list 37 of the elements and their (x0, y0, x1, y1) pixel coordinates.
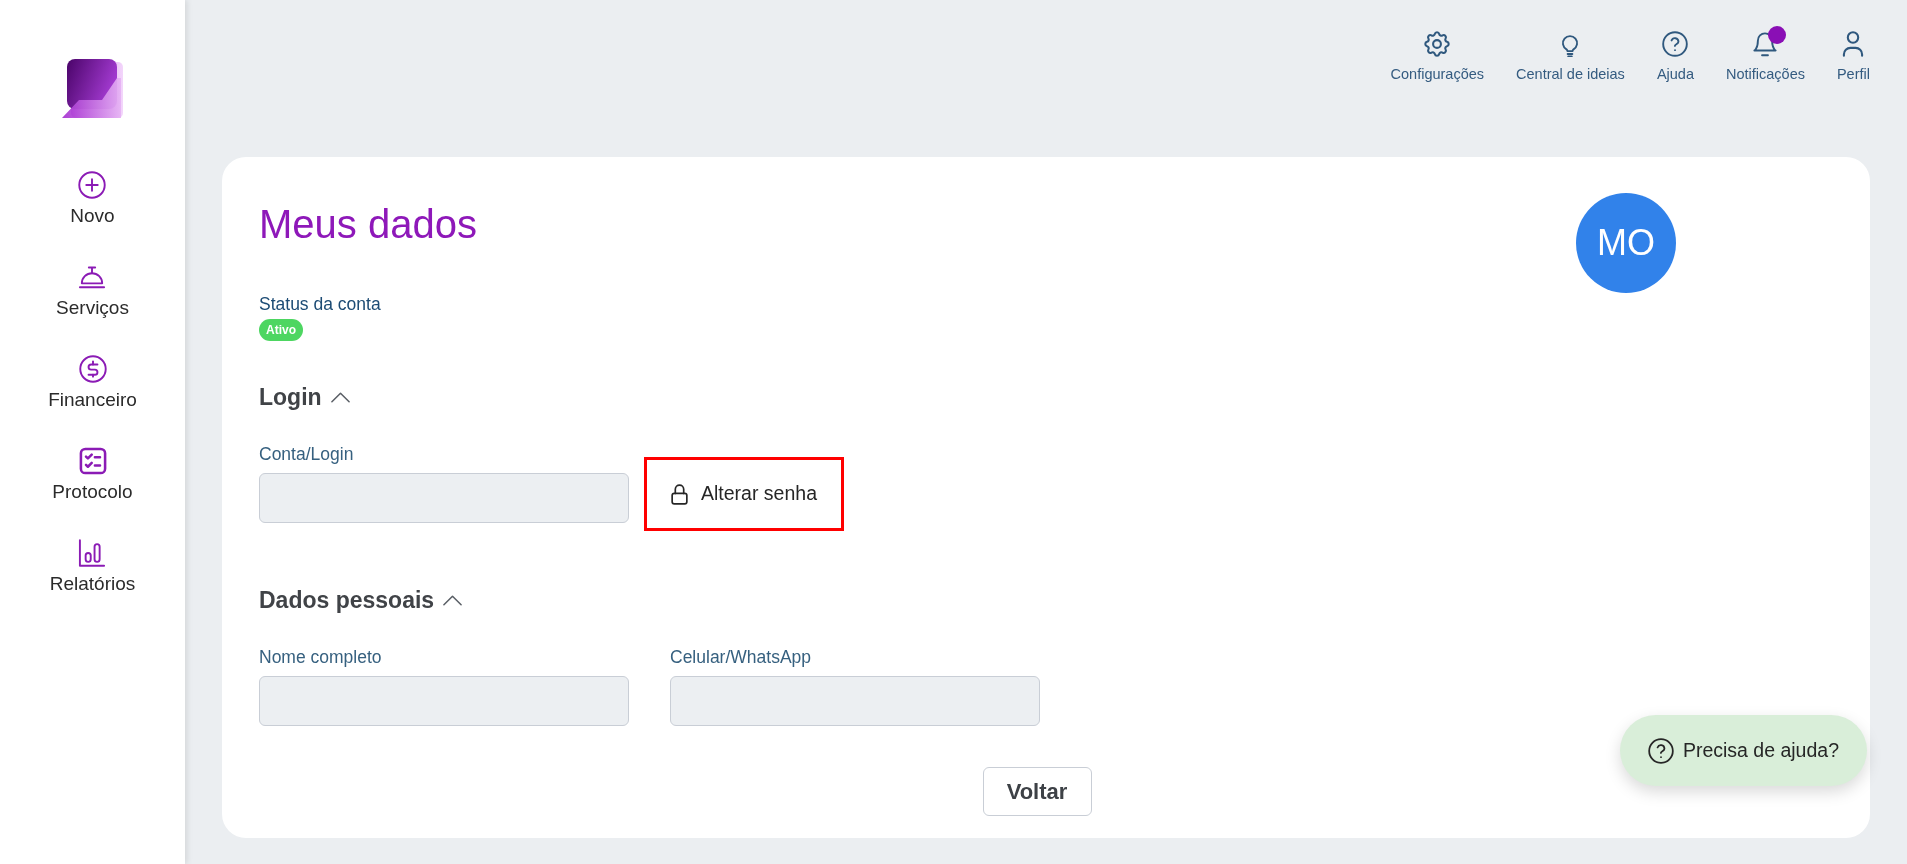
page-title: Meus dados (259, 201, 477, 248)
toolbar-button[interactable]: Central de ideias (1516, 25, 1625, 83)
logo-icon[interactable] (62, 58, 123, 118)
toolbar-button[interactable]: Perfil (1836, 25, 1870, 83)
bell-icon (1752, 31, 1779, 57)
plus-circle-icon (78, 171, 107, 199)
avatar: MO (1576, 193, 1676, 293)
section-heading: Login (259, 383, 322, 411)
change-password-button[interactable]: Alterar senha (644, 457, 844, 531)
chevron-up-icon[interactable] (442, 593, 464, 607)
sidebar-item[interactable]: Financeiro (48, 355, 137, 411)
help-icon (1647, 737, 1674, 764)
toolbar-button[interactable]: Notificações (1725, 25, 1805, 83)
section-heading: Dados pessoais (259, 586, 435, 614)
field-label: Celular/WhatsApp (670, 647, 812, 667)
field-label: Nome completo (259, 647, 382, 667)
checklist-icon (78, 447, 107, 475)
input-field[interactable] (670, 676, 1040, 726)
toolbar-button[interactable]: Configurações (1390, 25, 1485, 83)
sidebar-item[interactable]: Relatórios (49, 539, 136, 595)
sidebar-item[interactable]: Novo (70, 171, 115, 227)
input-field[interactable] (259, 676, 629, 726)
help-icon (1662, 31, 1689, 57)
help-button[interactable]: Precisa de ajuda? (1619, 715, 1867, 786)
field-label: Conta/Login (259, 444, 354, 464)
back-button[interactable]: Voltar (982, 767, 1092, 816)
settings-icon (1424, 31, 1451, 57)
chevron-up-icon[interactable] (329, 390, 351, 404)
status-label: Status da conta (259, 294, 381, 314)
sidebar-item[interactable]: Serviços (56, 263, 129, 319)
input-field[interactable] (259, 473, 629, 523)
bar-chart-icon (78, 539, 107, 567)
status-badge: Ativo (259, 319, 303, 341)
toolbar-button[interactable]: Ajuda (1656, 25, 1694, 83)
lock-icon (671, 483, 688, 505)
sidebar-item[interactable]: Protocolo (52, 447, 133, 503)
dollar-circle-icon (78, 355, 107, 383)
